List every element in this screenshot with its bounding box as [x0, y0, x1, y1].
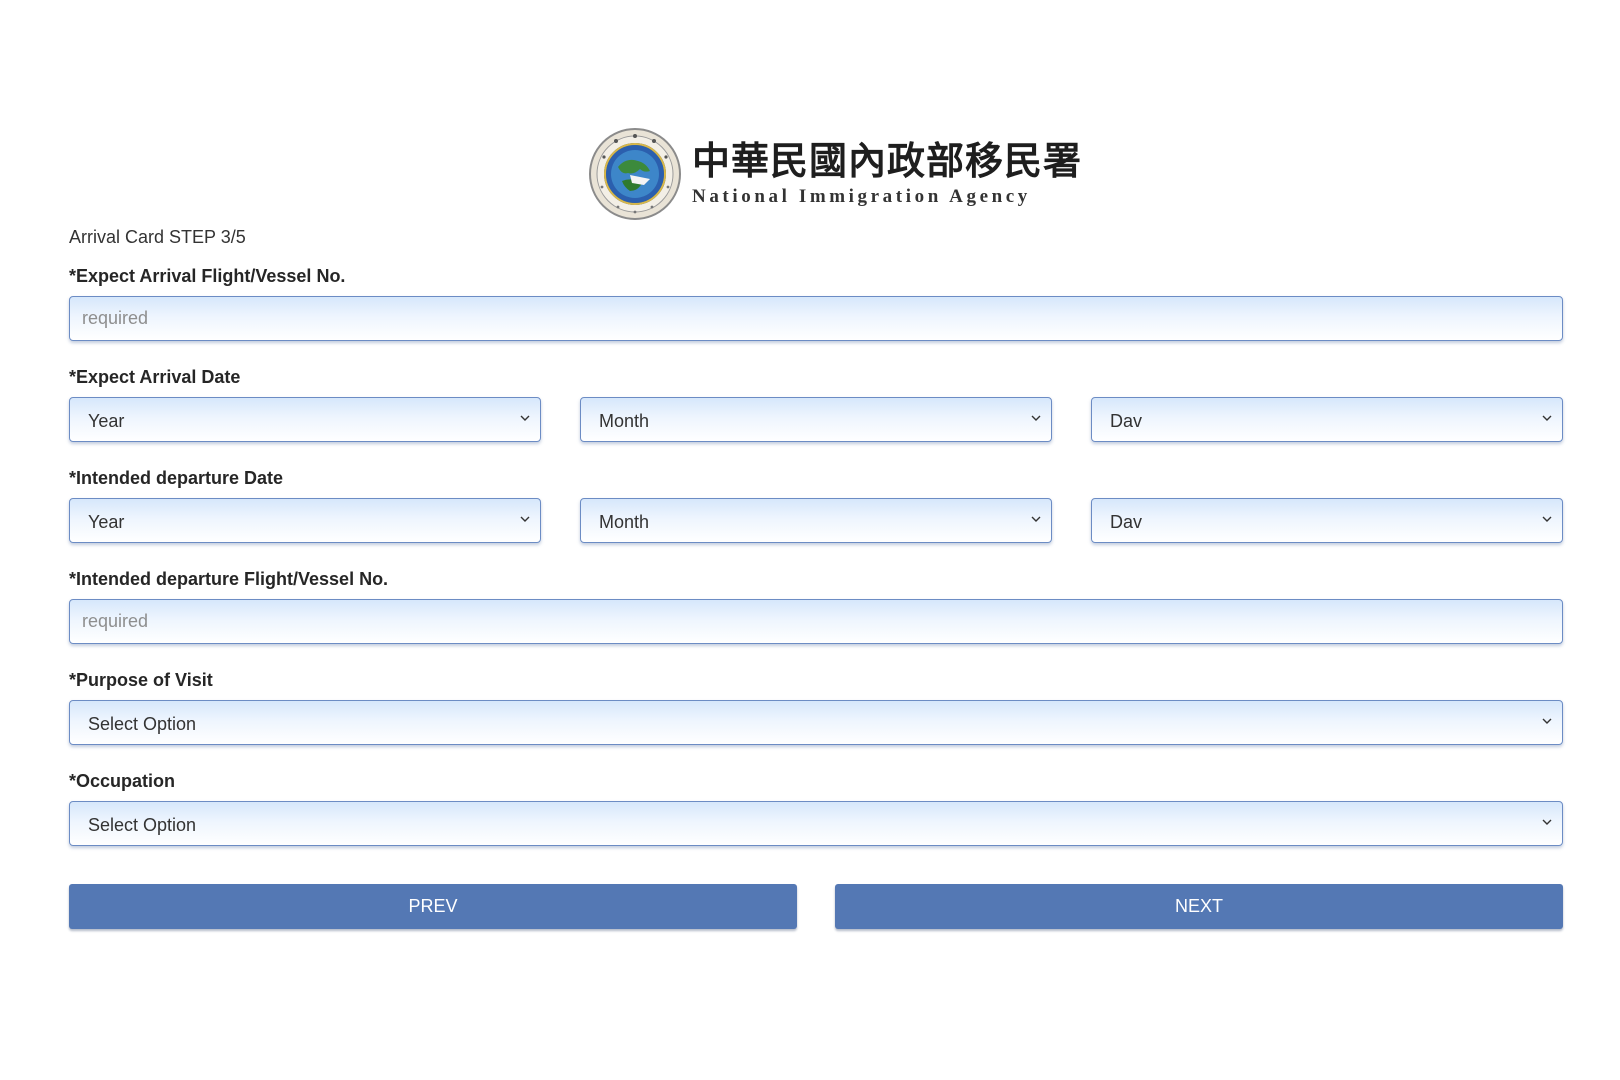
arrival-card-page: 中華民國內政部移民署 National Immigration Agency A…	[0, 0, 1620, 1080]
arrival-month-value: Month	[599, 411, 650, 431]
navigation-buttons: PREV NEXT	[69, 884, 1563, 929]
chevron-down-icon	[1542, 817, 1552, 827]
next-button[interactable]: NEXT	[835, 884, 1563, 929]
chevron-down-icon	[1031, 413, 1041, 423]
arrival-date-label: *Expect Arrival Date	[69, 367, 241, 387]
step-indicator: Arrival Card STEP 3/5	[69, 227, 246, 247]
departure-year-select[interactable]: Year	[69, 498, 541, 543]
departure-flight-input[interactable]	[70, 600, 1562, 643]
agency-name-chinese: 中華民國內政部移民署	[692, 138, 1083, 183]
arrival-flight-input[interactable]	[70, 297, 1562, 340]
departure-date-label: *Intended departure Date	[69, 468, 284, 488]
arrival-day-select[interactable]: Dav	[1091, 397, 1563, 442]
arrival-date-row: Year Month Dav	[69, 397, 1563, 442]
departure-flight-field	[69, 599, 1563, 644]
occupation-label: *Occupation	[69, 771, 176, 791]
arrival-year-value: Year	[88, 411, 125, 431]
arrival-card-form: Arrival Card STEP 3/5 *Expect Arrival Fl…	[69, 224, 1563, 929]
occupation-select[interactable]: Select Option	[69, 801, 1563, 846]
chevron-down-icon	[520, 514, 530, 524]
departure-month-value: Month	[599, 512, 650, 532]
departure-year-value: Year	[88, 512, 125, 532]
chevron-down-icon	[1542, 514, 1552, 524]
agency-name-english: National Immigration Agency	[692, 186, 1031, 207]
departure-date-row: Year Month Dav	[69, 498, 1563, 543]
arrival-flight-label: *Expect Arrival Flight/Vessel No.	[69, 266, 346, 286]
departure-day-value: Dav	[1110, 512, 1143, 532]
chevron-down-icon	[520, 413, 530, 423]
purpose-select[interactable]: Select Option	[69, 700, 1563, 745]
nia-seal-icon	[588, 127, 682, 221]
purpose-label: *Purpose of Visit	[69, 670, 213, 690]
agency-brand: 中華民國內政部移民署 National Immigration Agency	[692, 140, 1082, 208]
departure-flight-label: *Intended departure Flight/Vessel No.	[69, 569, 389, 589]
arrival-flight-field	[69, 296, 1563, 341]
chevron-down-icon	[1031, 514, 1041, 524]
occupation-value: Select Option	[88, 815, 197, 835]
arrival-day-value: Dav	[1110, 411, 1143, 431]
chevron-down-icon	[1542, 413, 1552, 423]
arrival-month-select[interactable]: Month	[580, 397, 1052, 442]
purpose-value: Select Option	[88, 714, 197, 734]
departure-day-select[interactable]: Dav	[1091, 498, 1563, 543]
chevron-down-icon	[1542, 716, 1552, 726]
departure-month-select[interactable]: Month	[580, 498, 1052, 543]
agency-header: 中華民國內政部移民署 National Immigration Agency	[588, 126, 1081, 222]
prev-button[interactable]: PREV	[69, 884, 797, 929]
arrival-year-select[interactable]: Year	[69, 397, 541, 442]
